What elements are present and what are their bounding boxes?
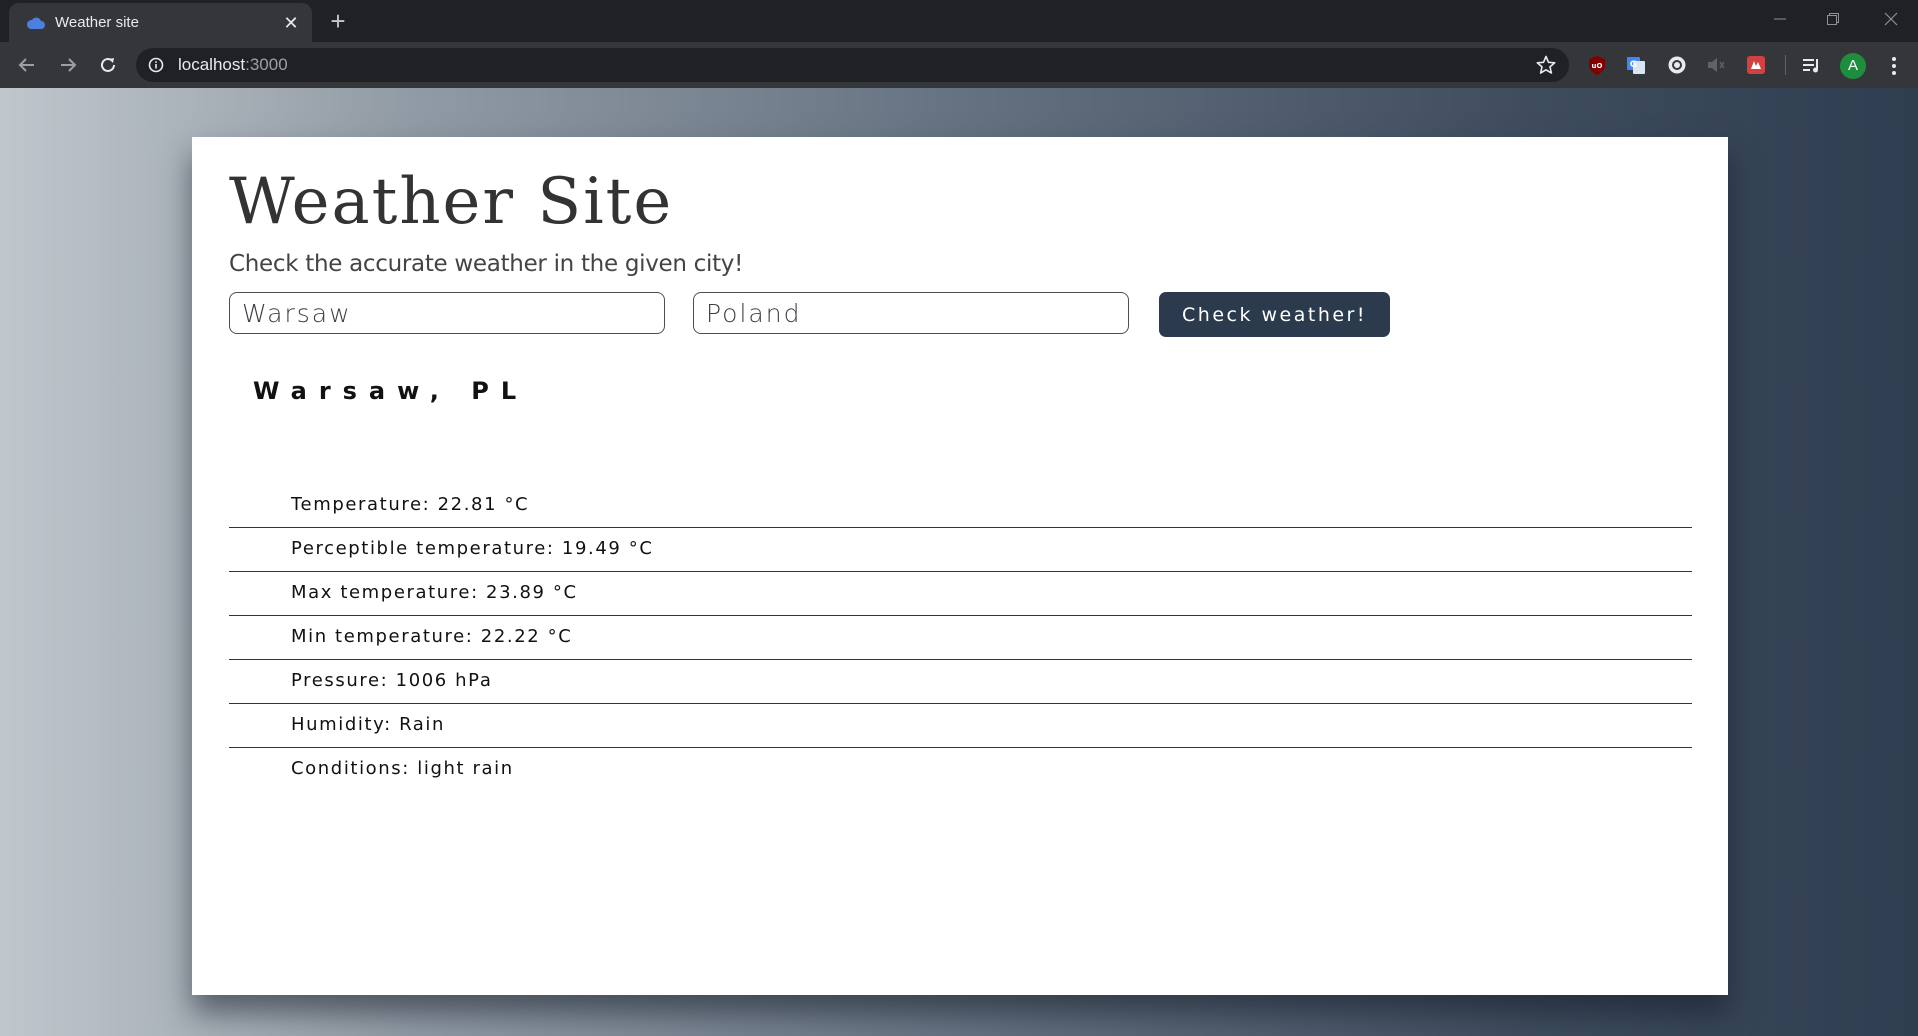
- toolbar-separator: [1785, 55, 1786, 75]
- star-icon[interactable]: [1535, 54, 1557, 76]
- address-bar[interactable]: localhost:3000: [136, 48, 1569, 82]
- extension-red-icon[interactable]: [1745, 54, 1767, 76]
- new-tab-button[interactable]: +: [324, 7, 352, 35]
- browser-tabstrip: Weather site ✕ +: [0, 0, 1918, 42]
- page-viewport: Weather Site Check the accurate weather …: [0, 88, 1918, 1036]
- check-weather-button[interactable]: Check weather!: [1159, 292, 1390, 337]
- url-port: :3000: [245, 55, 288, 74]
- city-input[interactable]: [229, 292, 665, 334]
- svg-text:G: G: [1630, 60, 1637, 70]
- list-item: Humidity: Rain: [229, 704, 1692, 748]
- list-item: Perceptible temperature: 19.49 °C: [229, 528, 1692, 572]
- close-window-icon[interactable]: [1868, 4, 1914, 34]
- temperature-stat: Temperature: 22.81 °C: [291, 494, 530, 515]
- translate-icon[interactable]: G: [1625, 54, 1647, 76]
- min-temperature-stat: Min temperature: 22.22 °C: [291, 626, 573, 647]
- list-item: Max temperature: 23.89 °C: [229, 572, 1692, 616]
- conditions-stat: Conditions: light rain: [291, 758, 514, 779]
- info-icon[interactable]: [148, 57, 164, 73]
- cloud-icon: [26, 17, 45, 29]
- browser-tab[interactable]: Weather site ✕: [9, 3, 312, 42]
- list-item: Min temperature: 22.22 °C: [229, 616, 1692, 660]
- pressure-stat: Pressure: 1006 hPa: [291, 670, 493, 691]
- page-title: Weather Site: [229, 165, 674, 239]
- back-icon[interactable]: [12, 50, 42, 80]
- forward-icon[interactable]: [53, 50, 83, 80]
- location-heading: Warsaw, PL: [253, 377, 529, 405]
- humidity-stat: Humidity: Rain: [291, 714, 446, 735]
- minimize-window-icon[interactable]: [1757, 4, 1803, 34]
- url-host: localhost: [178, 55, 246, 74]
- page-subtitle: Check the accurate weather in the given …: [229, 251, 744, 277]
- restore-window-icon[interactable]: [1810, 4, 1856, 34]
- media-icon[interactable]: [1801, 54, 1823, 76]
- reload-icon[interactable]: [93, 50, 123, 80]
- weather-stats-list: Temperature: 22.81 °C Perceptible temper…: [229, 484, 1692, 792]
- mute-icon[interactable]: [1705, 54, 1727, 76]
- list-item: Pressure: 1006 hPa: [229, 660, 1692, 704]
- max-temperature-stat: Max temperature: 23.89 °C: [291, 582, 578, 603]
- avatar[interactable]: A: [1840, 53, 1866, 79]
- extension-icon[interactable]: [1666, 54, 1688, 76]
- list-item: Temperature: 22.81 °C: [229, 484, 1692, 528]
- tab-title: Weather site: [55, 14, 139, 31]
- ublock-icon[interactable]: uO: [1586, 54, 1608, 76]
- menu-icon[interactable]: [1884, 54, 1904, 78]
- perceptible-temperature-stat: Perceptible temperature: 19.49 °C: [291, 538, 654, 559]
- svg-text:uO: uO: [1592, 62, 1603, 70]
- country-input[interactable]: [693, 292, 1129, 334]
- url-text: localhost:3000: [178, 55, 288, 75]
- close-tab-icon[interactable]: ✕: [280, 12, 302, 34]
- weather-card: Weather Site Check the accurate weather …: [192, 137, 1728, 995]
- list-item: Conditions: light rain: [229, 748, 1692, 792]
- browser-toolbar: localhost:3000 uO G A: [0, 42, 1918, 88]
